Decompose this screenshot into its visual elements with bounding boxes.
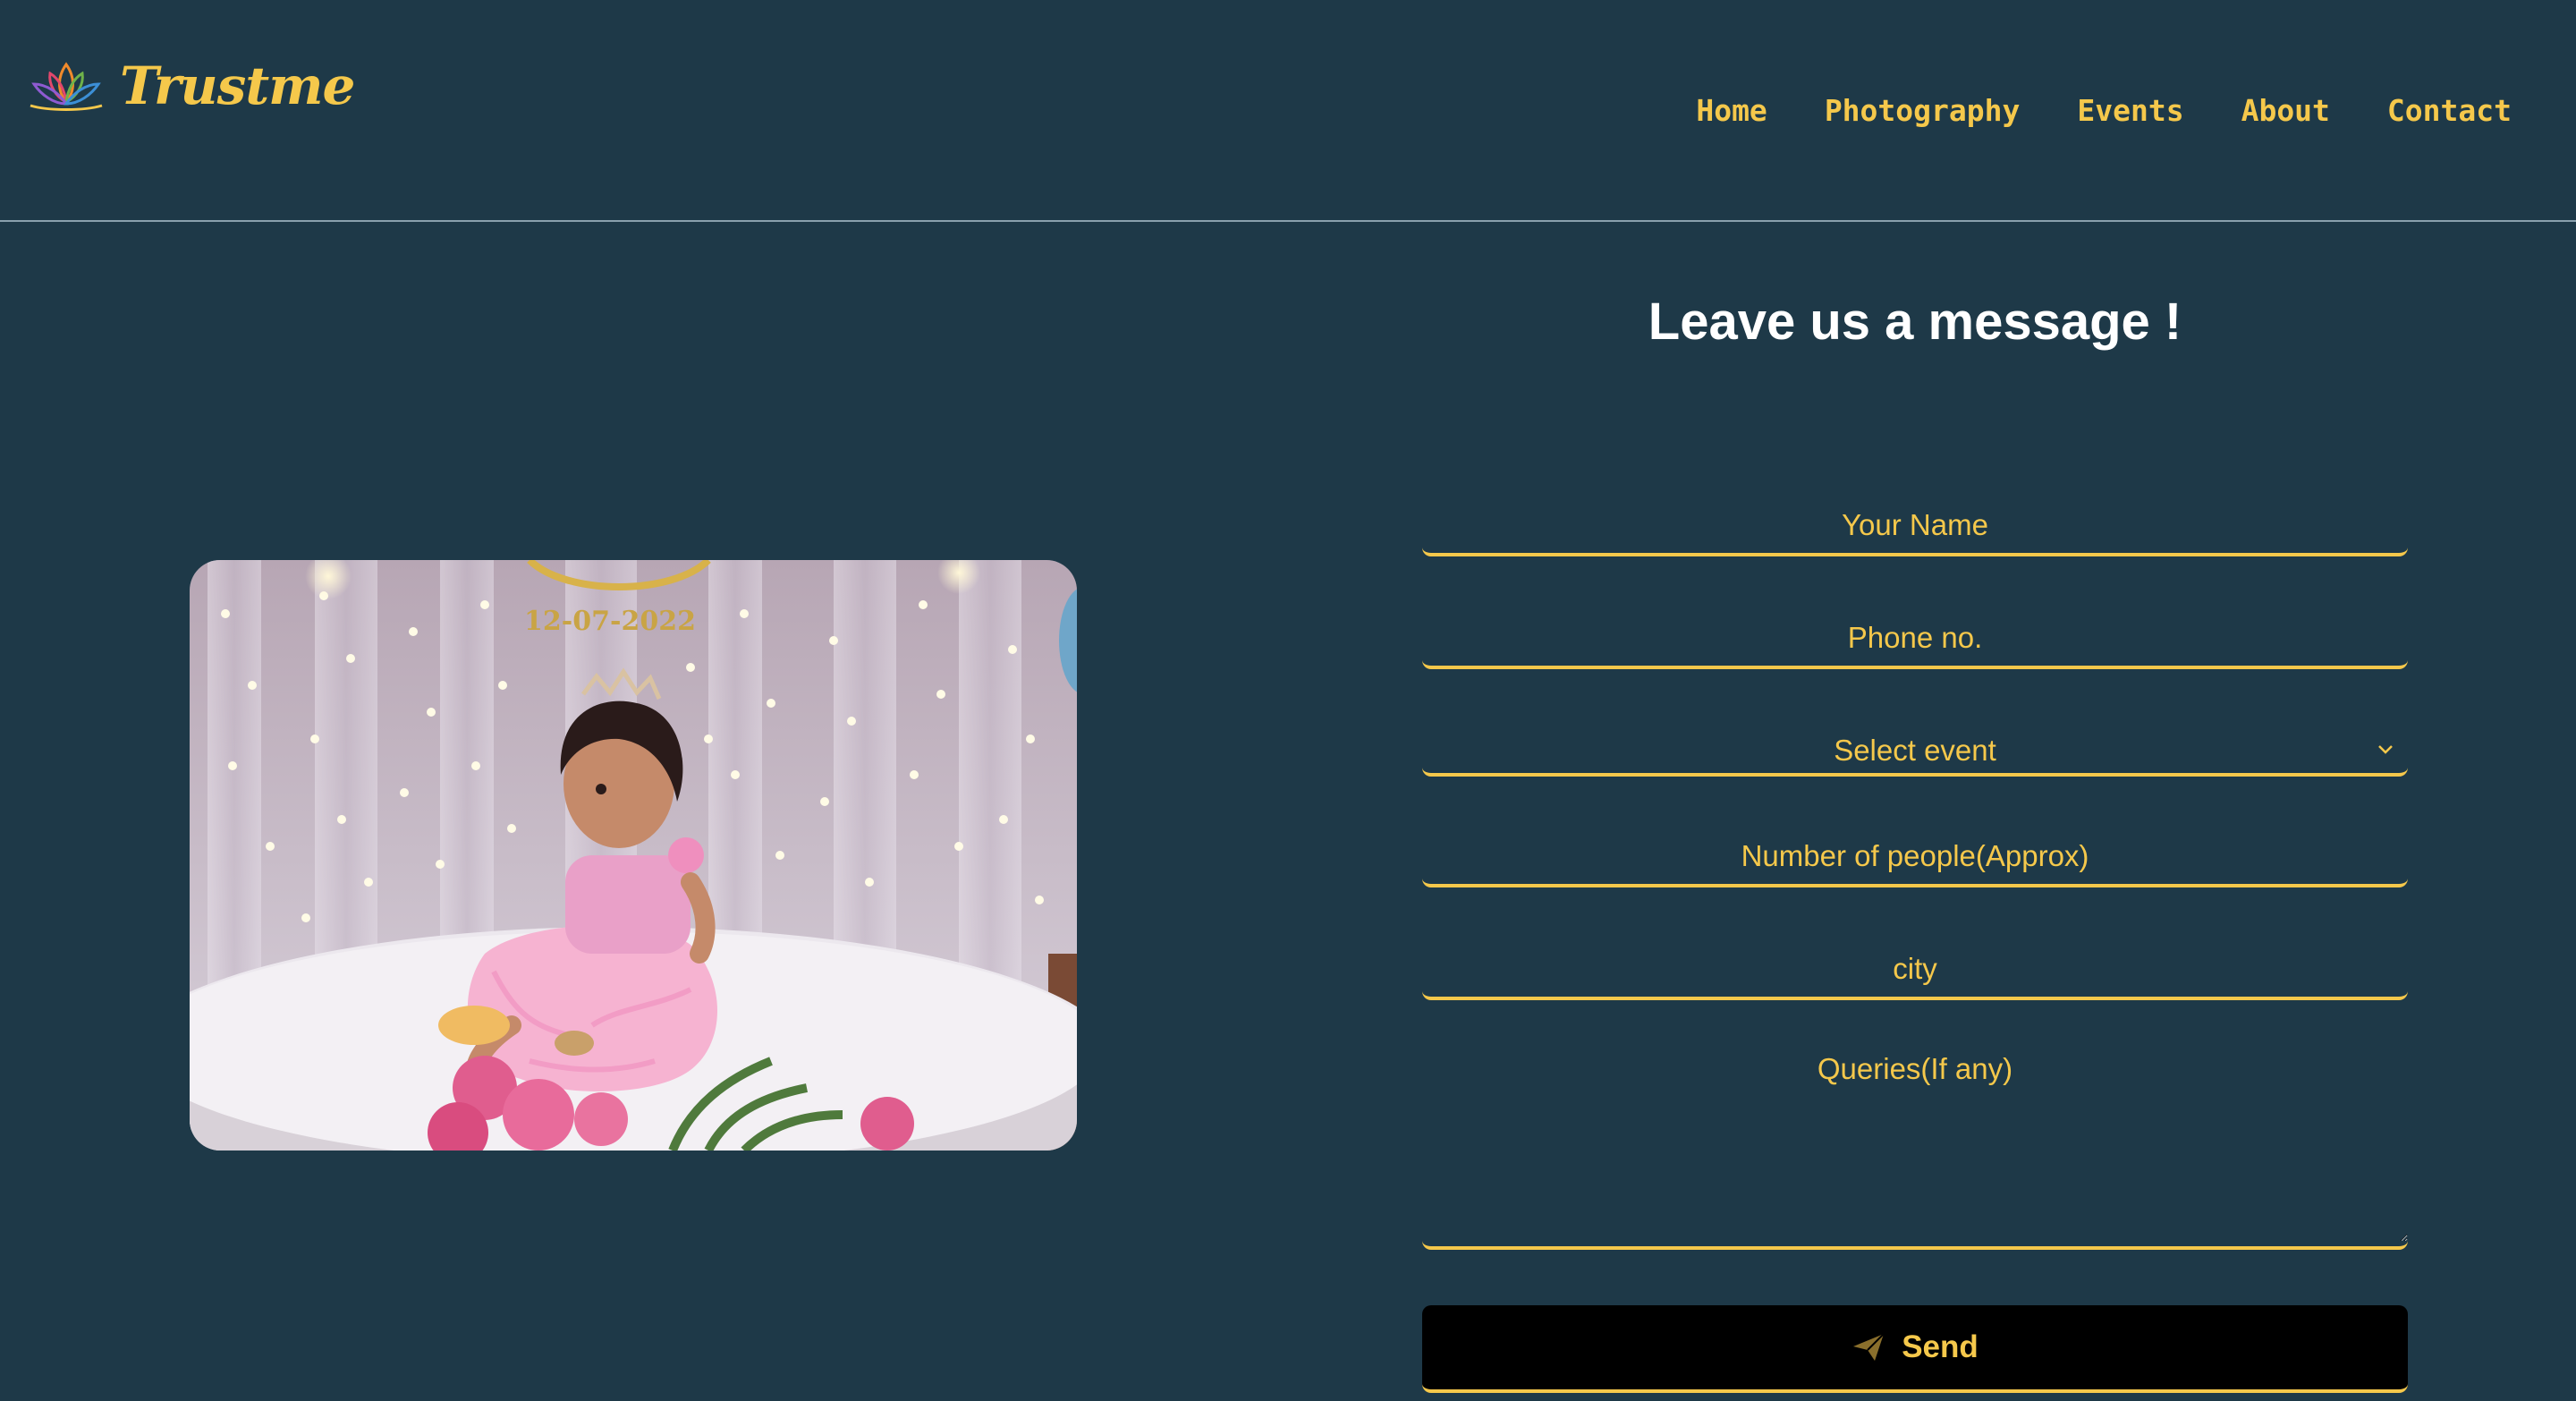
nav-photography[interactable]: Photography [1825,89,2021,132]
nav-about[interactable]: About [2241,89,2330,132]
send-button[interactable]: Send [1422,1305,2408,1393]
brand-name: Trustme [120,55,355,116]
event-field: Select event [1422,726,2408,777]
site-header: Trustme Home Photography Events About Co… [0,0,2576,222]
nav-events[interactable]: Events [2077,89,2183,132]
name-field [1422,497,2408,556]
city-input[interactable] [1422,941,2408,997]
people-field [1422,828,2408,887]
queries-textarea[interactable] [1422,1040,2408,1242]
event-select[interactable]: Select event [1422,726,2408,773]
queries-field [1422,1040,2408,1250]
phone-field [1422,610,2408,669]
people-input[interactable] [1422,828,2408,884]
brand[interactable]: Trustme [27,55,355,116]
event-photo: 12-07-2022 [190,560,1077,1151]
form-title: Leave us a message ! [1648,293,2182,351]
nav-contact[interactable]: Contact [2387,89,2512,132]
main-nav: Home Photography Events About Contact [1696,89,2512,132]
nav-home[interactable]: Home [1696,89,1767,132]
city-field [1422,941,2408,1000]
banner-text: 12-07-2022 [524,606,696,637]
send-label: Send [1902,1329,1979,1364]
name-input[interactable] [1422,497,2408,553]
chevron-down-icon [2378,745,2393,754]
paper-plane-icon [1853,1333,1885,1361]
lotus-icon [30,62,103,111]
phone-input[interactable] [1422,610,2408,666]
